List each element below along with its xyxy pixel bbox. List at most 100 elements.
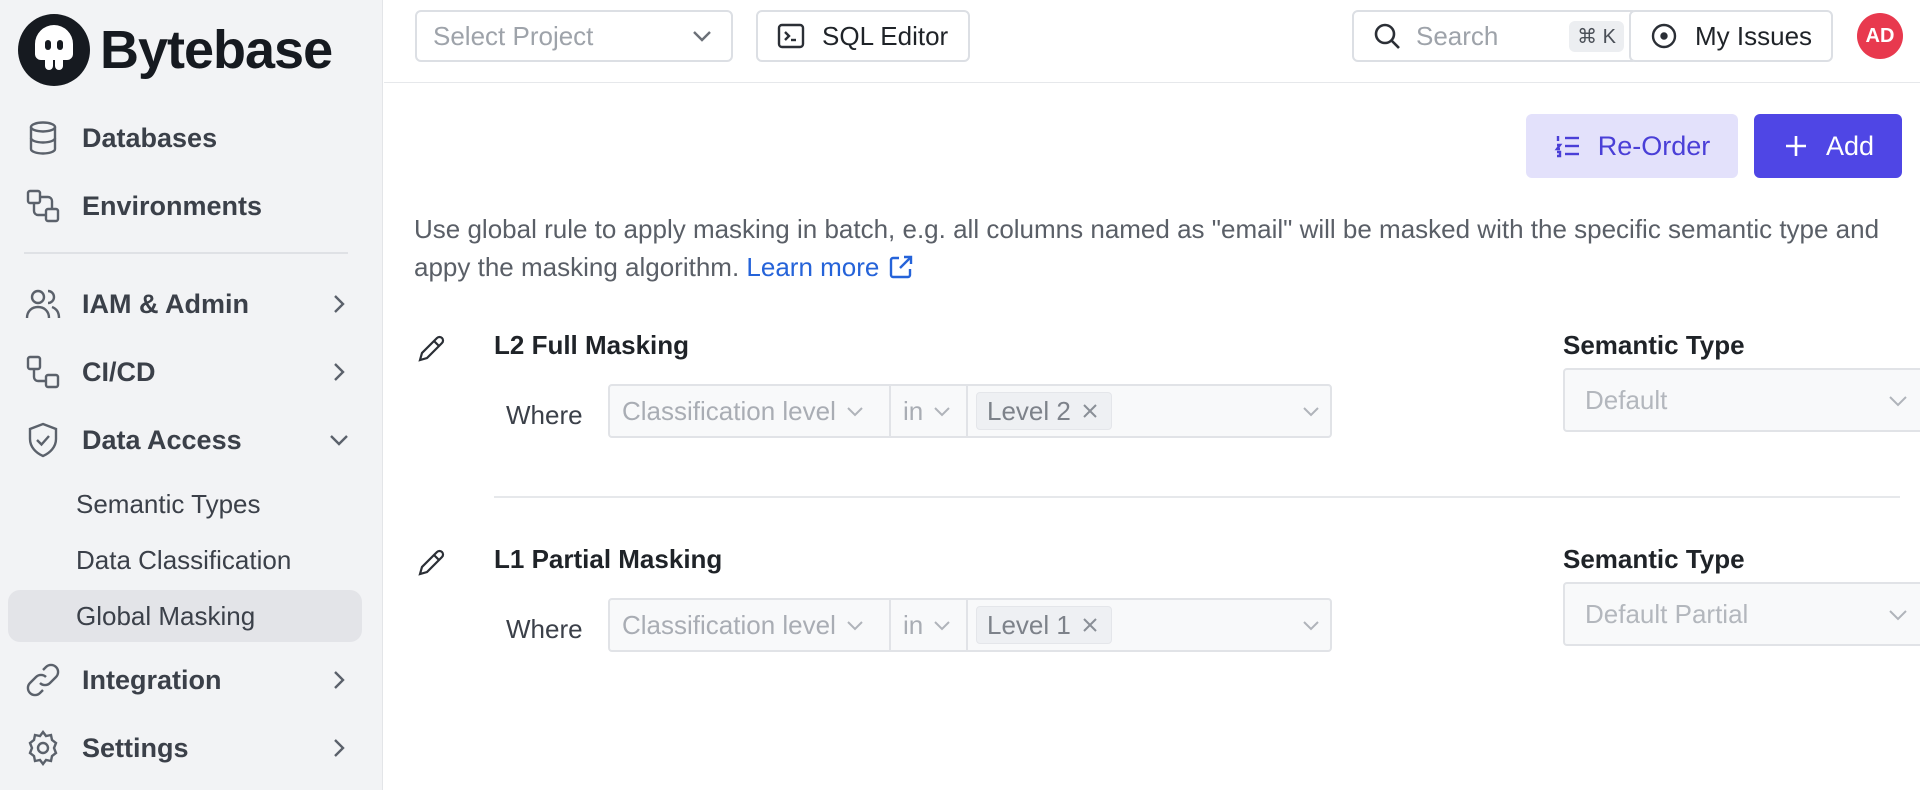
chevron-down-icon <box>1303 407 1319 417</box>
external-link-icon <box>890 255 913 279</box>
semantic-type-label: Semantic Type <box>1563 330 1745 360</box>
sidebar-item-cicd[interactable]: CI/CD <box>8 338 362 406</box>
rule-title: L2 Full Masking <box>494 330 690 360</box>
sidebar-item-label: CI/CD <box>82 356 156 387</box>
avatar[interactable]: AD <box>1857 13 1903 59</box>
search-input[interactable]: Search ⌘ K <box>1352 10 1638 62</box>
cicd-icon <box>26 355 60 389</box>
condition-field-value: Classification level <box>622 395 836 426</box>
condition-field-select[interactable]: Classification level <box>610 386 891 436</box>
brand-name: Bytebase <box>100 20 333 80</box>
close-icon[interactable] <box>1079 614 1101 636</box>
value-tag-label: Level 2 <box>987 395 1071 426</box>
project-select[interactable]: Select Project <box>415 10 733 62</box>
chevron-down-icon <box>1889 396 1907 407</box>
list-order-icon <box>1554 136 1579 158</box>
value-tag-label: Level 1 <box>987 609 1071 640</box>
sidebar-item-label: Databases <box>82 122 218 153</box>
value-tag: Level 1 <box>976 606 1112 644</box>
semantic-type-value: Default Partial <box>1585 598 1749 629</box>
chevron-down-icon <box>693 31 711 42</box>
semantic-type-select[interactable]: Default Partial <box>1563 582 1920 646</box>
condition-field-value: Classification level <box>622 609 836 640</box>
rule-condition: Classification level in Level 1 <box>608 598 1332 652</box>
where-label: Where <box>506 614 583 644</box>
issue-circle-icon <box>1651 23 1677 49</box>
condition-value-select[interactable]: Level 2 <box>968 386 1330 436</box>
sql-editor-label: SQL Editor <box>822 20 949 51</box>
chevron-right-icon <box>334 295 345 313</box>
sidebar-item-label: Environments <box>82 190 263 221</box>
condition-operator-value: in <box>903 395 924 426</box>
reorder-button[interactable]: Re-Order <box>1526 114 1738 178</box>
semantic-type-value: Default <box>1585 384 1668 415</box>
semantic-type-select[interactable]: Default <box>1563 368 1920 432</box>
global-masking-page: Re-Order Add Use global rule to apply ma… <box>384 84 1920 790</box>
add-rule-button[interactable]: Add <box>1754 114 1902 178</box>
sidebar-subitem-label: Data Classification <box>76 544 292 575</box>
sidebar-subitem-label: Semantic Types <box>76 488 261 519</box>
chevron-down-icon <box>847 621 863 631</box>
sidebar-item-data-access[interactable]: Data Access <box>8 406 362 474</box>
chevron-down-icon <box>934 407 950 417</box>
sidebar-item-integration[interactable]: Integration <box>8 646 362 714</box>
rule-condition: Classification level in Level 2 <box>608 384 1332 438</box>
search-shortcut-badge: ⌘ K <box>1569 20 1624 52</box>
sidebar-subitem-data-classification[interactable]: Data Classification <box>8 534 362 586</box>
sidebar-item-iam-admin[interactable]: IAM & Admin <box>8 270 362 338</box>
shield-icon <box>28 422 58 458</box>
sidebar-item-settings[interactable]: Settings <box>8 714 362 782</box>
sidebar-item-databases[interactable]: Databases <box>8 104 362 172</box>
pencil-icon[interactable] <box>414 332 448 366</box>
chevron-down-icon <box>1889 610 1907 621</box>
bytebase-logo-icon <box>18 14 90 86</box>
rule-separator <box>494 496 1900 498</box>
chevron-right-icon <box>334 363 345 381</box>
project-select-placeholder: Select Project <box>433 20 594 51</box>
link-icon <box>26 663 60 697</box>
users-icon <box>25 289 61 319</box>
top-bar: Select Project SQL Editor Search ⌘ K My … <box>384 0 1920 83</box>
reorder-label: Re-Order <box>1597 130 1711 161</box>
chevron-right-icon <box>334 671 345 689</box>
logo[interactable]: Bytebase <box>18 14 333 86</box>
condition-value-select[interactable]: Level 1 <box>968 600 1330 650</box>
sidebar-subitem-label: Global Masking <box>76 600 256 631</box>
my-issues-button[interactable]: My Issues <box>1629 10 1833 62</box>
semantic-type-label: Semantic Type <box>1563 544 1745 574</box>
chevron-right-icon <box>334 739 345 757</box>
value-tag: Level 2 <box>976 392 1112 430</box>
pencil-icon[interactable] <box>414 546 448 580</box>
terminal-icon <box>777 23 805 49</box>
environments-icon <box>26 189 60 223</box>
my-issues-label: My Issues <box>1695 20 1813 51</box>
sql-editor-button[interactable]: SQL Editor <box>756 10 970 62</box>
condition-operator-value: in <box>903 609 924 640</box>
condition-operator-select[interactable]: in <box>891 386 968 436</box>
condition-operator-select[interactable]: in <box>891 600 968 650</box>
condition-field-select[interactable]: Classification level <box>610 600 891 650</box>
gear-icon <box>28 730 58 766</box>
close-icon[interactable] <box>1079 400 1101 422</box>
sidebar-item-label: Settings <box>82 732 189 763</box>
sidebar-subitem-semantic-types[interactable]: Semantic Types <box>8 478 362 530</box>
sidebar-item-environments[interactable]: Environments <box>8 172 362 240</box>
sidebar: Bytebase Databases Environments IAM & Ad… <box>0 0 383 790</box>
learn-more-label: Learn more <box>746 252 880 282</box>
sidebar-item-label: IAM & Admin <box>82 288 249 319</box>
chevron-down-icon <box>934 621 950 631</box>
sidebar-subitem-global-masking[interactable]: Global Masking <box>8 590 362 642</box>
add-label: Add <box>1825 130 1875 161</box>
description-text: Use global rule to apply masking in batc… <box>414 214 1880 282</box>
sidebar-divider <box>24 252 348 254</box>
search-icon <box>1374 23 1400 49</box>
sidebar-nav: Databases Environments IAM & Admin CI/CD… <box>8 104 362 782</box>
sidebar-item-label: Integration <box>82 664 222 695</box>
chevron-down-icon <box>847 407 863 417</box>
page-description: Use global rule to apply masking in batc… <box>414 210 1884 286</box>
plus-icon <box>1785 136 1806 156</box>
rule-title: L1 Partial Masking <box>494 544 723 574</box>
database-icon <box>29 121 57 155</box>
learn-more-link[interactable]: Learn more <box>746 248 915 286</box>
sidebar-item-label: Data Access <box>82 424 242 455</box>
